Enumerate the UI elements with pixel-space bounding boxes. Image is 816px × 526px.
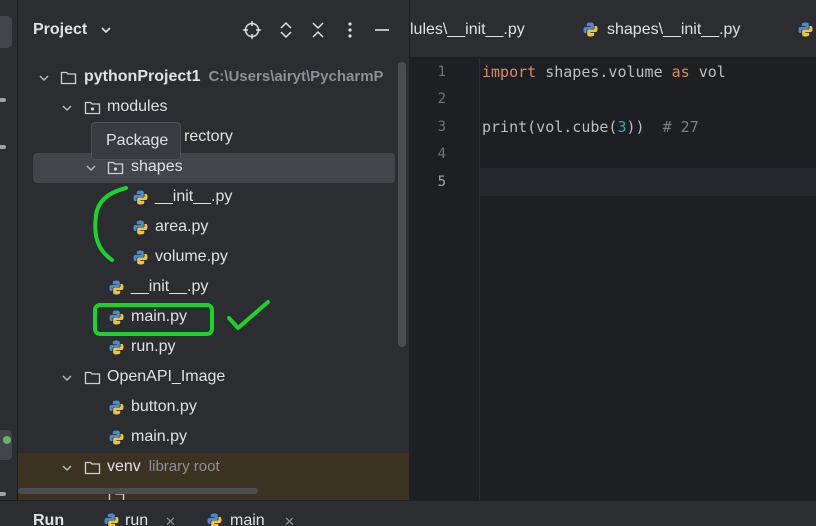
folder-icon — [84, 371, 101, 385]
run-tool-window-label[interactable]: Run — [33, 512, 64, 526]
tree-item-label: venv library root — [107, 458, 220, 475]
python-file-icon[interactable] — [797, 21, 814, 38]
tree-item-button[interactable]: button.py — [18, 393, 409, 423]
package-folder-icon — [84, 101, 101, 115]
tree-item-venv[interactable]: venv library root — [18, 453, 409, 483]
tree-item-label: area.py — [155, 218, 209, 235]
tree-item-shapes[interactable]: shapes — [33, 153, 395, 183]
python-file-icon — [133, 190, 148, 205]
tree-item-openapi-image[interactable]: OpenAPI_Image — [18, 363, 409, 393]
run-tool-button[interactable] — [0, 430, 12, 460]
python-file-icon — [109, 340, 124, 355]
tree-item-label: pythonProject1 C:\Users\airyt\PycharmP — [84, 68, 384, 85]
project-tool-button[interactable] — [0, 16, 12, 48]
tree-item-pythonProject1[interactable]: pythonProject1 C:\Users\airyt\PycharmP — [18, 63, 409, 93]
package-folder-icon — [107, 161, 124, 175]
python-file-icon — [109, 400, 124, 415]
python-file-icon — [109, 430, 124, 445]
chevron-down-icon[interactable] — [38, 72, 50, 84]
expand-collapse-icon[interactable] — [276, 20, 296, 40]
python-file-icon — [133, 220, 148, 235]
project-panel-header: Project — [18, 0, 409, 58]
tree-item-modules-init[interactable]: __init__.py — [18, 273, 409, 303]
python-file-icon — [207, 513, 222, 526]
python-file-icon — [109, 310, 124, 325]
horizontal-scrollbar[interactable] — [18, 488, 258, 494]
tree-item-label: main.py — [131, 308, 188, 325]
code-token: 3 — [617, 118, 627, 136]
minimize-icon[interactable] — [372, 20, 392, 40]
code-token: shapes.volume — [536, 63, 672, 81]
package-tooltip: Package — [91, 122, 181, 160]
folder-icon — [84, 461, 101, 475]
line-number: 5 — [437, 174, 446, 190]
chevron-down-icon[interactable] — [61, 462, 73, 474]
line-number: 4 — [437, 146, 446, 162]
chevron-down-icon[interactable] — [61, 102, 73, 114]
code-token: vol — [689, 63, 726, 81]
project-panel: Project pythonProject1 C:\Users\airyt\Pyc… — [18, 0, 410, 500]
run-tab-main[interactable]: main — [230, 512, 265, 526]
collapse-all-icon[interactable] — [308, 20, 328, 40]
tree-item-modules[interactable]: modules — [18, 93, 409, 123]
code-line-3[interactable]: print(vol.cube(3)) # 27 — [482, 118, 699, 136]
left-tool-strip — [0, 0, 18, 526]
tree-item-run[interactable]: run.py — [18, 333, 409, 363]
library-root-hint: library root — [148, 458, 220, 475]
tool-button-commit[interactable] — [0, 98, 6, 102]
tree-item-label: button.py — [131, 398, 197, 415]
line-number: 1 — [437, 64, 446, 80]
folder-icon — [60, 71, 77, 85]
tool-button-structure[interactable] — [0, 145, 6, 149]
chevron-down-icon[interactable] — [61, 372, 73, 384]
more-options-icon[interactable] — [340, 20, 360, 40]
tree-item-main[interactable]: main.py — [18, 303, 409, 333]
python-file-icon — [104, 513, 119, 526]
tree-item-label: modules — [107, 98, 168, 115]
close-icon[interactable]: ✕ — [284, 515, 295, 526]
tree-item-label: __init__.py — [155, 188, 233, 205]
tree-item-label: volume.py — [155, 248, 228, 265]
code-comment: # 27 — [644, 118, 699, 136]
code-token: as — [671, 63, 690, 81]
tree-item-label: OpenAPI_Image — [107, 368, 226, 385]
tree-item-label: __init__.py — [131, 278, 209, 295]
chevron-down-icon[interactable] — [85, 162, 97, 174]
project-panel-title[interactable]: Project — [33, 21, 87, 39]
code-token: )) — [626, 118, 645, 136]
chevron-down-icon[interactable] — [100, 24, 112, 36]
tool-button-terminal[interactable] — [0, 492, 6, 496]
line-number: 2 — [437, 91, 446, 107]
python-file-icon — [133, 250, 148, 265]
tree-item-area[interactable]: area.py — [18, 213, 409, 243]
close-icon[interactable]: ✕ — [165, 515, 176, 526]
tree-item-label: rectory — [184, 128, 233, 145]
tree-item-openapi-main[interactable]: main.py — [18, 423, 409, 453]
project-path-hint: C:\Users\airyt\PycharmP — [208, 68, 384, 85]
line-number-gutter: 1 2 3 4 5 — [410, 58, 480, 500]
tree-item-label: main.py — [131, 428, 188, 445]
code-token: print(vol.cube( — [482, 118, 618, 136]
python-file-icon — [109, 280, 124, 295]
code-line-1[interactable]: import shapes.volume as vol — [482, 63, 726, 81]
tree-item-shapes-init[interactable]: __init__.py — [18, 183, 409, 213]
editor-tab-bar: lules\__init__.py shapes\__init__.py — [410, 0, 816, 58]
code-token: import — [482, 63, 537, 81]
code-editor: lules\__init__.py shapes\__init__.py 1 2… — [410, 0, 816, 500]
bottom-tool-window-bar: Run run ✕ main ✕ — [0, 500, 816, 526]
locate-icon[interactable] — [242, 20, 262, 40]
tab-shapes-init[interactable]: shapes\__init__.py — [607, 21, 740, 39]
python-file-icon — [583, 22, 598, 37]
run-tab-run[interactable]: run — [125, 512, 148, 526]
tree-item-label: run.py — [131, 338, 176, 355]
tree-item-label: shapes — [131, 158, 183, 175]
tab-modules-init[interactable]: lules\__init__.py — [410, 21, 525, 39]
vertical-scrollbar[interactable] — [398, 62, 406, 347]
tree-item-volume[interactable]: volume.py — [18, 243, 409, 273]
run-status-icon — [3, 436, 11, 444]
line-number: 3 — [437, 119, 446, 135]
tree-item-partial[interactable]: rectory — [18, 123, 409, 153]
